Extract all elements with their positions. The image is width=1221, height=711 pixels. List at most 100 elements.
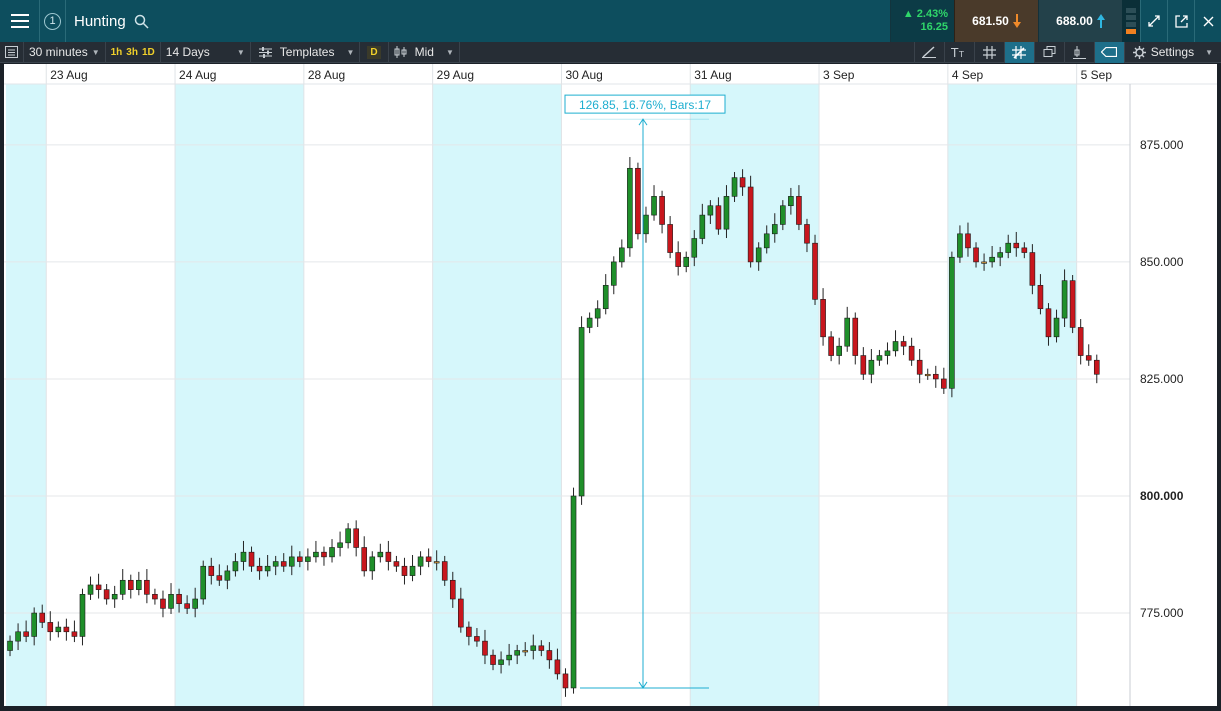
price-chart[interactable]: 23 Aug 24 Aug 28 Aug 29 Aug 30 Aug 31 Aug 3 Se… [4,64,1217,707]
candle-body [55,626,62,633]
grid-toggle[interactable] [973,41,1004,63]
hamburger-menu-icon[interactable] [0,0,40,42]
candle-body [1005,242,1012,253]
candle-body [240,551,247,562]
crosshair-icon [1012,45,1027,59]
candle-body [627,167,633,249]
candle-body [393,561,400,567]
candle-body [715,205,722,230]
candle-body [1077,327,1084,356]
candle-body [1013,242,1020,249]
interval-select[interactable]: 30 minutes ▼ [24,41,106,63]
candle-body [369,556,376,572]
date-label: 5 Sep [1081,68,1113,82]
candle-body [144,579,150,595]
candle-body [1029,252,1036,286]
settings-button[interactable]: Settings ▼ [1123,41,1221,63]
candle-body [836,345,842,356]
candle-body [924,373,931,377]
instrument-title: Hunting [74,12,126,30]
candle-body [498,659,504,665]
draw-line-tool[interactable] [913,41,944,63]
expand-icon[interactable] [1140,0,1167,42]
candle-body [578,327,585,497]
candle-body [852,317,859,356]
candle-body [828,336,834,356]
candle-body [305,556,311,562]
candle-body [667,224,673,253]
change-percent-value: 2.43% [916,8,948,20]
candle-body [401,565,408,576]
quick-interval-1d[interactable]: 1D [142,47,155,58]
text-icon: TT [951,46,964,58]
date-label: 31 Aug [694,68,731,82]
range-select[interactable]: 14 Days ▼ [161,41,251,63]
candle-body [168,594,174,609]
toolbar-right-tools: TT Settings ▼ [913,41,1221,63]
close-icon[interactable] [1194,0,1221,42]
chart-list-button[interactable] [0,41,24,63]
candle-body [522,650,529,653]
candle-body [788,196,794,207]
up-arrow-icon [1096,14,1105,28]
candle-body [707,205,714,216]
candle-body [997,252,1003,258]
candle-body [103,589,110,600]
candle-body [321,551,327,558]
candle-body [466,626,472,637]
templates-select[interactable]: Templates ▼ [251,41,361,63]
candle-body [610,261,617,286]
text-tool[interactable]: TT [943,41,974,63]
list-icon [5,46,18,58]
candle-body [683,256,690,267]
d-toggle[interactable]: D [360,41,389,63]
chevron-down-icon: ▼ [445,47,454,57]
candle-body [272,561,279,567]
sell-price: 681.50 [972,14,1009,28]
info-button[interactable]: 1 [40,0,66,42]
candle-body [546,650,553,661]
candle-body [691,238,698,258]
quick-interval-1h[interactable]: 1h [111,47,123,58]
candle-body [297,556,303,562]
candle-body [651,196,657,216]
candle-body [458,598,464,628]
date-label: 4 Sep [952,68,984,82]
candle-body [594,308,601,319]
candle-body [796,196,802,225]
candle-body [1069,280,1076,328]
tag-tool[interactable] [1093,41,1124,63]
layers-tool[interactable] [1033,41,1064,63]
candle-body [385,551,392,562]
candle-body [643,214,649,235]
crosshair-toggle[interactable] [1003,41,1034,63]
candle-body [699,214,706,239]
candle-body [932,373,939,380]
candle-body [554,659,561,675]
candle-body [659,196,665,225]
quick-interval-3h[interactable]: 3h [126,47,138,58]
candle-body [1093,359,1100,375]
candle-body [127,579,134,590]
candle-body [973,247,979,263]
chart-area[interactable]: 23 Aug 24 Aug 28 Aug 29 Aug 30 Aug 31 Aug 3 Se… [0,64,1221,707]
d-badge: D [367,45,381,59]
candle-body [208,565,215,576]
buy-price-button[interactable]: 688.00 [1038,0,1122,42]
candle-body [1045,308,1052,338]
candle-body [152,594,158,600]
popout-icon[interactable] [1167,0,1194,42]
candle-body [908,345,915,361]
candle-body [39,612,46,623]
candle-body [345,528,351,544]
sell-price-button[interactable]: 681.50 [954,0,1038,42]
chevron-down-icon: ▼ [91,47,100,57]
candle-body [79,594,86,637]
date-label: 28 Aug [308,68,345,82]
candle-body [1053,317,1060,338]
search-icon[interactable] [134,14,149,29]
price-change: ▲ 2.43% 16.25 [890,0,954,42]
price-type-select[interactable]: Mid ▼ [389,41,460,63]
candle-body [844,317,851,347]
indicator-tool[interactable] [1063,41,1094,63]
